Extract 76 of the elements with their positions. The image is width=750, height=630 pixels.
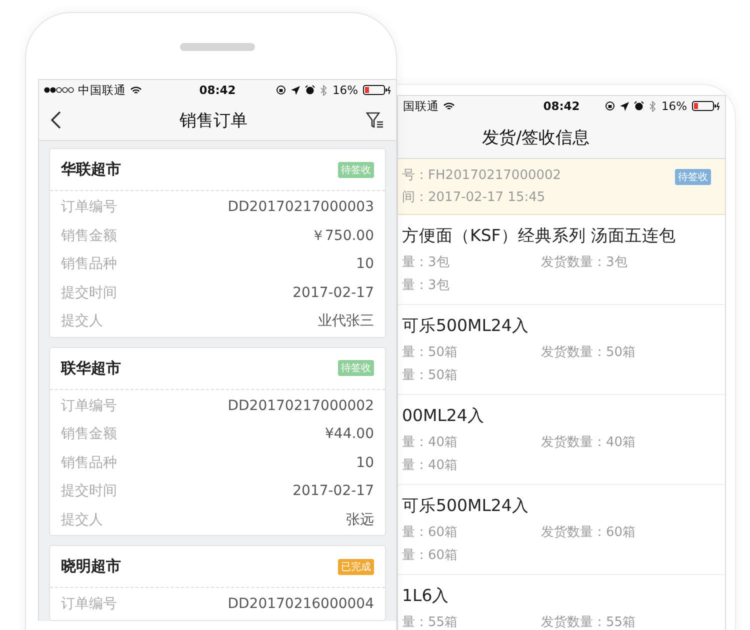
shipment-info: 号：FH20170217000002 bbox=[402, 166, 562, 184]
battery-icon bbox=[692, 101, 720, 111]
status-time: 08:42 bbox=[199, 83, 236, 97]
field-label: 提交时间 bbox=[61, 482, 117, 500]
field-value: DD20170217000003 bbox=[228, 199, 374, 216]
quantity-text: 量：50箱 bbox=[402, 344, 459, 362]
status-tag: 已完成 bbox=[338, 558, 374, 574]
quantity-text: 量：3包 bbox=[402, 277, 450, 295]
orientation-lock-icon bbox=[605, 101, 616, 111]
status-tag: 待签收 bbox=[675, 169, 711, 185]
signal-icon bbox=[44, 87, 74, 93]
quantity-text: 量：55箱 bbox=[402, 614, 459, 630]
quantity-text: 发货数量：40箱 bbox=[541, 434, 637, 452]
shipment-info: 间：2017-02-17 15:45 bbox=[402, 188, 546, 206]
field-label: 销售金额 bbox=[61, 425, 117, 444]
field-value: ￥750.00 bbox=[311, 226, 374, 245]
field-value: 张远 bbox=[346, 510, 374, 529]
store-name: 晓明超市 bbox=[61, 557, 121, 576]
bluetooth-icon bbox=[649, 100, 656, 112]
product-name: 1L6入 bbox=[402, 585, 450, 607]
carrier-name: 中国联通 bbox=[78, 82, 126, 98]
field-value: 10 bbox=[356, 454, 374, 471]
orientation-lock-icon bbox=[276, 85, 286, 95]
field-label: 销售品种 bbox=[61, 454, 117, 472]
store-name: 华联超市 bbox=[61, 160, 121, 179]
status-time: 08:42 bbox=[543, 99, 580, 113]
field-value: DD20170217000002 bbox=[228, 398, 374, 414]
field-label: 提交时间 bbox=[61, 284, 117, 302]
wifi-icon bbox=[443, 102, 455, 110]
quantity-text: 发货数量：60箱 bbox=[541, 524, 637, 542]
field-value: 10 bbox=[356, 256, 374, 272]
field-value: 2017-02-17 bbox=[292, 284, 374, 301]
quantity-text: 量：40箱 bbox=[402, 434, 459, 452]
field-value: 2017-02-17 bbox=[292, 483, 374, 500]
quantity-text: 量：60箱 bbox=[402, 524, 459, 542]
quantity-text: 量：3包 bbox=[402, 254, 450, 272]
battery-icon bbox=[363, 85, 391, 95]
product-name: 可乐500ML24入 bbox=[402, 315, 530, 337]
order-card[interactable]: 华联超市 待签收 订单编号 DD20170217000003 销售金额 ￥750.00 销售品种 10 提交时间 2017-02-17 提交人 业代张三 bbox=[49, 148, 386, 338]
status-tag: 待签收 bbox=[338, 360, 374, 376]
product-name: 00ML24入 bbox=[402, 405, 486, 427]
location-arrow-icon bbox=[291, 86, 300, 94]
field-label: 销售金额 bbox=[61, 226, 117, 245]
field-label: 订单编号 bbox=[61, 396, 117, 415]
quantity-text: 发货数量：55箱 bbox=[541, 614, 637, 630]
alarm-icon bbox=[305, 85, 316, 95]
wifi-icon bbox=[130, 86, 142, 94]
quantity-text: 发货数量：3包 bbox=[541, 254, 628, 272]
page-title: 发货/签收信息 bbox=[482, 126, 590, 148]
quantity-text: 发货数量：50箱 bbox=[541, 344, 637, 362]
location-arrow-icon bbox=[620, 102, 630, 110]
status-tag: 待签收 bbox=[338, 162, 374, 178]
field-value: 业代张三 bbox=[318, 312, 374, 330]
product-name: 可乐500ML24入 bbox=[402, 495, 530, 517]
page-title: 销售订单 bbox=[180, 110, 248, 132]
order-card[interactable]: 晓明超市 已完成 订单编号 DD20170216000004 bbox=[49, 545, 386, 620]
quantity-text: 量：40箱 bbox=[402, 457, 459, 475]
order-card[interactable]: 联华超市 待签收 订单编号 DD20170217000002 销售金额 ¥44.00 销售品种 10 提交时间 2017-02-17 提交人 张远 bbox=[49, 346, 386, 536]
field-label: 提交人 bbox=[61, 510, 103, 529]
battery-percent: 16% bbox=[332, 83, 358, 97]
battery-percent: 16% bbox=[661, 99, 687, 113]
field-label: 订单编号 bbox=[61, 198, 117, 216]
quantity-text: 量：50箱 bbox=[402, 367, 459, 385]
field-value: ¥44.00 bbox=[325, 426, 374, 442]
field-label: 订单编号 bbox=[61, 595, 117, 614]
field-label: 销售品种 bbox=[61, 255, 117, 274]
field-value: DD20170216000004 bbox=[228, 596, 374, 612]
bluetooth-icon bbox=[320, 84, 328, 96]
filter-icon[interactable] bbox=[366, 112, 384, 128]
alarm-icon bbox=[634, 101, 644, 111]
store-name: 联华超市 bbox=[61, 358, 121, 378]
back-chevron-icon[interactable] bbox=[51, 111, 61, 129]
product-name: 方便面（KSF）经典系列 汤面五连包 bbox=[402, 225, 678, 247]
quantity-text: 量：60箱 bbox=[402, 547, 459, 565]
carrier-name: 国联通 bbox=[403, 98, 439, 114]
field-label: 提交人 bbox=[61, 312, 103, 330]
